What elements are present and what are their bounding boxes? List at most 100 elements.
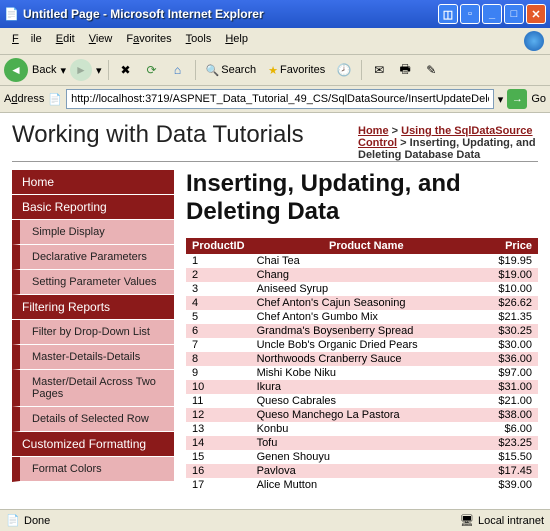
close-button[interactable]: ✕ (526, 4, 546, 24)
home-button[interactable]: ⌂ (167, 59, 189, 81)
history-button[interactable]: 🕗 (333, 59, 355, 81)
cell-name: Chef Anton's Gumbo Mix (251, 310, 482, 324)
intranet-icon: 🖥 (460, 514, 474, 528)
cell-name: Northwoods Cranberry Sauce (251, 352, 482, 366)
toolbar-separator (108, 60, 109, 80)
nav-item[interactable]: Format Colors (12, 457, 174, 482)
table-row: 8Northwoods Cranberry Sauce$36.00 (186, 352, 538, 366)
cell-name: Chai Tea (251, 254, 482, 268)
search-icon: 🔍 (206, 64, 220, 77)
breadcrumb: Home > Using the SqlDataSource Control >… (358, 125, 538, 161)
toolbar: ◄ Back ▾ ► ▾ ✖ ⟳ ⌂ 🔍Search ★Favorites 🕗 … (0, 55, 550, 86)
nav-item[interactable]: Simple Display (12, 220, 174, 245)
cell-name: Konbu (251, 422, 482, 436)
nav-item[interactable]: Filter by Drop-Down List (12, 320, 174, 345)
window-title: Untitled Page - Microsoft Internet Explo… (19, 7, 436, 21)
menu-edit[interactable]: Edit (50, 31, 81, 51)
maximize-button[interactable]: □ (504, 4, 524, 24)
cell-price: $31.00 (482, 380, 538, 394)
divider (12, 161, 538, 162)
nav-heading[interactable]: Filtering Reports (12, 295, 174, 320)
shrink-button[interactable]: ◫ (438, 4, 458, 24)
cell-price: $19.00 (482, 268, 538, 282)
table-row: 9Mishi Kobe Niku$97.00 (186, 366, 538, 380)
back-dropdown-icon[interactable]: ▾ (60, 64, 66, 77)
go-button[interactable]: → (507, 89, 527, 109)
table-row: 12Queso Manchego La Pastora$38.00 (186, 408, 538, 422)
cell-id: 13 (186, 422, 251, 436)
table-row: 10Ikura$31.00 (186, 380, 538, 394)
menu-view[interactable]: View (83, 31, 119, 51)
cell-name: Pavlova (251, 464, 482, 478)
table-row: 7Uncle Bob's Organic Dried Pears$30.00 (186, 338, 538, 352)
nav-item[interactable]: Details of Selected Row (12, 407, 174, 432)
cell-name: Ikura (251, 380, 482, 394)
menu-file[interactable]: File (6, 31, 48, 51)
edit-button[interactable]: ✎ (420, 59, 442, 81)
cell-id: 6 (186, 324, 251, 338)
table-row: 14Tofu$23.25 (186, 436, 538, 450)
cell-price: $97.00 (482, 366, 538, 380)
status-left: Done (24, 514, 50, 526)
status-bar: 📄Done 🖥Local intranet (0, 509, 550, 531)
toolbar-separator (195, 60, 196, 80)
cell-id: 1 (186, 254, 251, 268)
nav-item[interactable]: Setting Parameter Values (12, 270, 174, 295)
cell-price: $36.00 (482, 352, 538, 366)
cell-price: $10.00 (482, 282, 538, 296)
table-row: 13Konbu$6.00 (186, 422, 538, 436)
restore-button[interactable]: ▫ (460, 4, 480, 24)
nav-item[interactable]: Declarative Parameters (12, 245, 174, 270)
breadcrumb-home-link[interactable]: Home (358, 125, 389, 137)
menu-help[interactable]: Help (219, 31, 254, 51)
menu-tools[interactable]: Tools (180, 31, 218, 51)
cell-price: $39.00 (482, 478, 538, 492)
nav-heading[interactable]: Customized Formatting (12, 432, 174, 457)
col-price: Price (482, 238, 538, 254)
favorites-button[interactable]: ★Favorites (264, 62, 329, 79)
cell-id: 12 (186, 408, 251, 422)
cell-price: $15.50 (482, 450, 538, 464)
table-row: 3Aniseed Syrup$10.00 (186, 282, 538, 296)
cell-id: 16 (186, 464, 251, 478)
cell-id: 7 (186, 338, 251, 352)
forward-dropdown-icon[interactable]: ▾ (96, 64, 102, 77)
table-row: 15Genen Shouyu$15.50 (186, 450, 538, 464)
address-label: Address (4, 93, 44, 105)
cell-id: 4 (186, 296, 251, 310)
ie-logo-icon (524, 31, 544, 51)
address-input[interactable] (66, 89, 494, 109)
table-row: 1Chai Tea$19.95 (186, 254, 538, 268)
print-button[interactable]: 🖶 (394, 59, 416, 81)
go-label[interactable]: Go (531, 93, 546, 105)
sidebar: HomeBasic ReportingSimple DisplayDeclara… (12, 170, 174, 492)
cell-price: $21.35 (482, 310, 538, 324)
table-row: 17Alice Mutton$39.00 (186, 478, 538, 492)
cell-price: $30.00 (482, 338, 538, 352)
table-row: 2Chang$19.00 (186, 268, 538, 282)
cell-id: 2 (186, 268, 251, 282)
nav-item[interactable]: Master-Details-Details (12, 345, 174, 370)
cell-name: Alice Mutton (251, 478, 482, 492)
nav-heading[interactable]: Basic Reporting (12, 195, 174, 220)
products-table: ProductID Product Name Price 1Chai Tea$1… (186, 238, 538, 492)
cell-price: $21.00 (482, 394, 538, 408)
search-button[interactable]: 🔍Search (202, 62, 261, 79)
address-dropdown-icon[interactable]: ▾ (498, 93, 504, 106)
table-row: 6Grandma's Boysenberry Spread$30.25 (186, 324, 538, 338)
minimize-button[interactable]: _ (482, 4, 502, 24)
cell-price: $6.00 (482, 422, 538, 436)
menu-favorites[interactable]: Favorites (120, 31, 177, 51)
nav-heading[interactable]: Home (12, 170, 174, 195)
table-row: 11Queso Cabrales$21.00 (186, 394, 538, 408)
stop-button[interactable]: ✖ (115, 59, 137, 81)
page-icon: 📄 (48, 93, 62, 106)
col-productname: Product Name (251, 238, 482, 254)
back-button[interactable]: ◄ (4, 58, 28, 82)
mail-button[interactable]: ✉ (368, 59, 390, 81)
back-label[interactable]: Back (32, 64, 56, 76)
cell-price: $30.25 (482, 324, 538, 338)
nav-item[interactable]: Master/Detail Across Two Pages (12, 370, 174, 407)
refresh-button[interactable]: ⟳ (141, 59, 163, 81)
cell-name: Genen Shouyu (251, 450, 482, 464)
